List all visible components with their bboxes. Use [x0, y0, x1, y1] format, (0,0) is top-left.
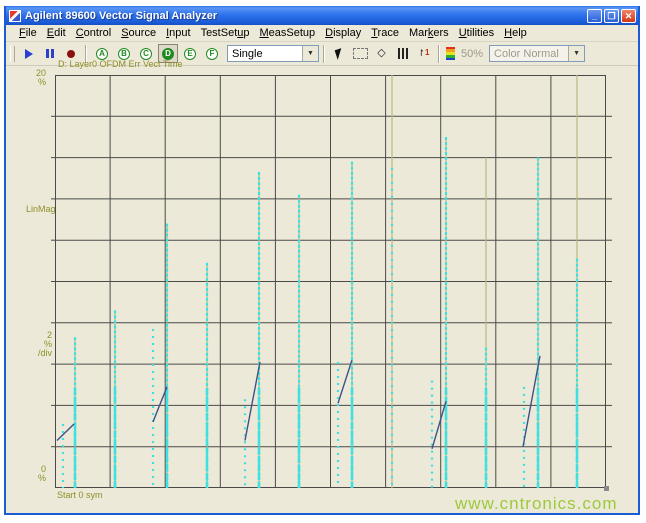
color-mode-combo[interactable]: Color Normal ▼	[489, 45, 586, 62]
zoom-box-tool[interactable]	[351, 45, 370, 63]
menu-item-edit[interactable]: Edit	[42, 26, 71, 40]
play-icon	[24, 48, 33, 59]
menu-bar: File Edit Control Source Input TestSetup MeasS…	[6, 25, 638, 42]
diamond-marker-tool[interactable]: ◇	[372, 45, 391, 63]
band-markers-tool[interactable]	[393, 45, 412, 63]
trace-letter-icon: A	[96, 47, 108, 60]
record-icon	[66, 49, 75, 58]
color-scale-icon	[446, 46, 455, 61]
window-title: Agilent 89600 Vector Signal Analyzer	[25, 9, 218, 22]
trace-button-f[interactable]: F	[202, 44, 222, 63]
trace-letter-icon: B	[118, 47, 130, 60]
chart-title: D: Layer0 OFDM Err Vect Time	[58, 59, 183, 69]
trend-segment	[56, 423, 75, 442]
pointer-icon	[334, 47, 345, 60]
y-axis-format-label: LinMag	[26, 204, 56, 214]
trend-segment	[431, 401, 447, 449]
trace-letter-icon: E	[184, 47, 196, 60]
play-button[interactable]	[19, 45, 38, 63]
measurement-mode-value: Single	[232, 47, 263, 60]
maximize-button[interactable]: ❐	[604, 8, 619, 23]
menu-item-display[interactable]: Display	[320, 26, 366, 40]
color-mode-value: Color Normal	[494, 47, 559, 60]
pause-button[interactable]	[40, 45, 59, 63]
menu-item-testsetup[interactable]: TestSetup	[196, 26, 255, 40]
menu-item-file[interactable]: File	[14, 26, 42, 40]
y-axis-bottom-label: 0%	[37, 464, 46, 483]
diamond-marker-icon: ◇	[377, 47, 386, 59]
chevron-down-icon[interactable]: ▼	[568, 46, 585, 61]
close-button[interactable]: ✕	[621, 8, 636, 23]
toolbar-separator	[438, 44, 440, 63]
trace-letter-icon: C	[140, 47, 152, 60]
menu-item-control[interactable]: Control	[71, 26, 116, 40]
minimize-button[interactable]: _	[587, 8, 602, 23]
menu-item-meassetup[interactable]: MeasSetup	[255, 26, 321, 40]
trace-letter-icon: D	[162, 47, 174, 60]
toolbar-grip[interactable]	[10, 45, 15, 62]
y-axis-top-label: 20%	[35, 68, 46, 87]
trend-segment	[337, 359, 353, 404]
zoom-box-icon	[353, 48, 368, 59]
band-markers-icon	[397, 48, 408, 59]
menu-item-markers[interactable]: Markers	[404, 26, 454, 40]
window-titlebar[interactable]: Agilent 89600 Vector Signal Analyzer _ ❐…	[6, 6, 638, 25]
trace-button-e[interactable]: E	[180, 44, 200, 63]
chevron-down-icon[interactable]: ▼	[302, 46, 318, 61]
trace-chart[interactable]	[51, 75, 612, 491]
x-axis-label: Start 0 sym	[57, 490, 103, 500]
pause-icon	[45, 49, 54, 58]
menu-item-utilities[interactable]: Utilities	[454, 26, 499, 40]
offset-marker-tool[interactable]: ↾ 1	[414, 45, 433, 63]
offset-marker-icon: ↾ 1	[417, 48, 430, 58]
pointer-tool[interactable]	[330, 45, 349, 63]
y-axis-scale-label: 2%/div	[37, 330, 52, 358]
menu-item-trace[interactable]: Trace	[366, 26, 404, 40]
measurement-mode-combo[interactable]: Single ▼	[227, 45, 319, 62]
plot-corner-marker	[604, 486, 609, 491]
app-icon	[9, 9, 21, 22]
menu-item-source[interactable]: Source	[116, 26, 161, 40]
toolbar-separator	[323, 44, 325, 63]
menu-item-input[interactable]: Input	[161, 26, 195, 40]
menu-item-help[interactable]: Help	[499, 26, 532, 40]
page: Agilent 89600 Vector Signal Analyzer _ ❐…	[0, 0, 646, 523]
marker-tools: ◇ ↾ 1	[329, 45, 434, 63]
trace-letter-icon: F	[206, 47, 218, 60]
watermark: www.cntronics.com	[455, 494, 618, 513]
zoom-level-value: 50%	[461, 47, 484, 60]
